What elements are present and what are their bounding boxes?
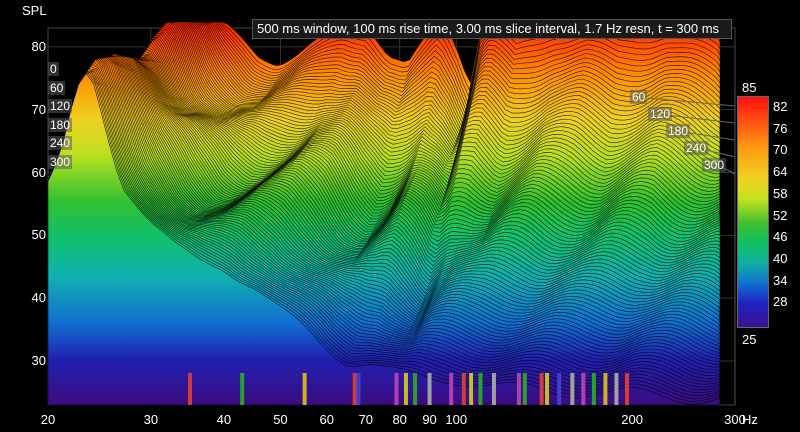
left-slice-label: 240 bbox=[48, 136, 73, 150]
resonance-marker bbox=[187, 373, 192, 405]
waterfall-surface bbox=[47, 21, 721, 406]
resonance-marker bbox=[352, 373, 357, 405]
x-tick-label: 70 bbox=[358, 412, 374, 427]
resonance-marker bbox=[522, 373, 527, 405]
colorbar-tick-label: 58 bbox=[773, 185, 788, 201]
colorbar-tick-label: 82 bbox=[773, 99, 788, 114]
resonance-marker bbox=[469, 373, 474, 405]
y-tick-label: 50 bbox=[31, 227, 46, 243]
y-axis-label: SPL bbox=[22, 3, 47, 18]
left-slice-label: 0 bbox=[48, 62, 59, 76]
resonance-marker bbox=[539, 373, 544, 405]
waterfall-plot bbox=[47, 21, 736, 406]
resonance-marker bbox=[603, 373, 608, 405]
colorbar-tick-label: 70 bbox=[773, 142, 788, 158]
resonance-marker bbox=[545, 373, 550, 405]
colorbar-tick-label: 46 bbox=[773, 229, 788, 245]
resonance-marker bbox=[413, 373, 418, 405]
colorbar-tick-label: 34 bbox=[773, 272, 788, 288]
resonance-marker bbox=[449, 373, 454, 405]
slice-time-label: 120 bbox=[648, 107, 673, 121]
resonance-marker bbox=[356, 373, 361, 405]
left-slice-label: 180 bbox=[48, 117, 73, 132]
colorbar-max-label: 85 bbox=[742, 80, 757, 95]
resonance-marker bbox=[491, 373, 496, 405]
slice-time-label: 180 bbox=[666, 124, 691, 138]
colorbar-tick-label: 76 bbox=[773, 120, 788, 136]
x-tick-label: 50 bbox=[273, 412, 288, 427]
waterfall-chart: SPL 30 40 50 60 70 80 20 30 40 50 60 70 80 90 100 200 3… bbox=[0, 0, 800, 432]
slice-time-label: 60 bbox=[630, 90, 648, 104]
colorbar-tick-label: 28 bbox=[773, 294, 788, 310]
x-tick-label: 20 bbox=[40, 412, 56, 427]
colorbar bbox=[737, 96, 769, 328]
y-tick-label: 60 bbox=[31, 164, 46, 180]
resonance-marker bbox=[403, 373, 408, 405]
x-tick-label: 100 bbox=[445, 412, 468, 427]
resonance-marker bbox=[557, 373, 562, 405]
x-axis-unit: Hz bbox=[742, 412, 758, 427]
x-tick-label: 90 bbox=[422, 412, 437, 427]
colorbar-tick-label: 52 bbox=[773, 207, 788, 223]
colorbar-tick-label: 40 bbox=[773, 250, 788, 266]
resonance-marker bbox=[570, 373, 575, 405]
resonance-marker bbox=[394, 373, 399, 405]
resonance-marker bbox=[591, 373, 596, 405]
resonance-marker bbox=[614, 373, 619, 405]
resonance-marker bbox=[240, 373, 245, 405]
resonance-marker bbox=[581, 373, 586, 405]
left-slice-label: 300 bbox=[48, 154, 73, 169]
slice-time-label: 240 bbox=[684, 141, 709, 155]
x-tick-label: 30 bbox=[143, 412, 159, 427]
resonance-marker bbox=[302, 373, 307, 405]
slice-time-label: 300 bbox=[702, 158, 727, 172]
left-slice-label: 120 bbox=[48, 99, 73, 113]
y-tick-label: 80 bbox=[31, 38, 46, 54]
resonance-marker bbox=[516, 373, 521, 405]
resonance-marker bbox=[625, 373, 630, 405]
resonance-marker bbox=[461, 373, 466, 405]
chart-title: 500 ms window, 100 ms rise time, 3.00 ms… bbox=[252, 19, 732, 39]
left-slice-label: 60 bbox=[48, 80, 66, 95]
y-tick-label: 40 bbox=[31, 290, 46, 306]
colorbar-tick-label: 64 bbox=[773, 164, 788, 180]
y-tick-label: 70 bbox=[31, 101, 46, 117]
colorbar-min-label: 25 bbox=[742, 332, 757, 347]
x-tick-label: 60 bbox=[319, 412, 334, 427]
x-tick-label: 80 bbox=[392, 412, 407, 427]
resonance-marker bbox=[478, 373, 483, 405]
x-tick-label: 40 bbox=[216, 412, 232, 427]
resonance-marker bbox=[427, 373, 432, 405]
x-tick-label: 200 bbox=[621, 412, 643, 427]
y-tick-label: 30 bbox=[31, 353, 46, 369]
